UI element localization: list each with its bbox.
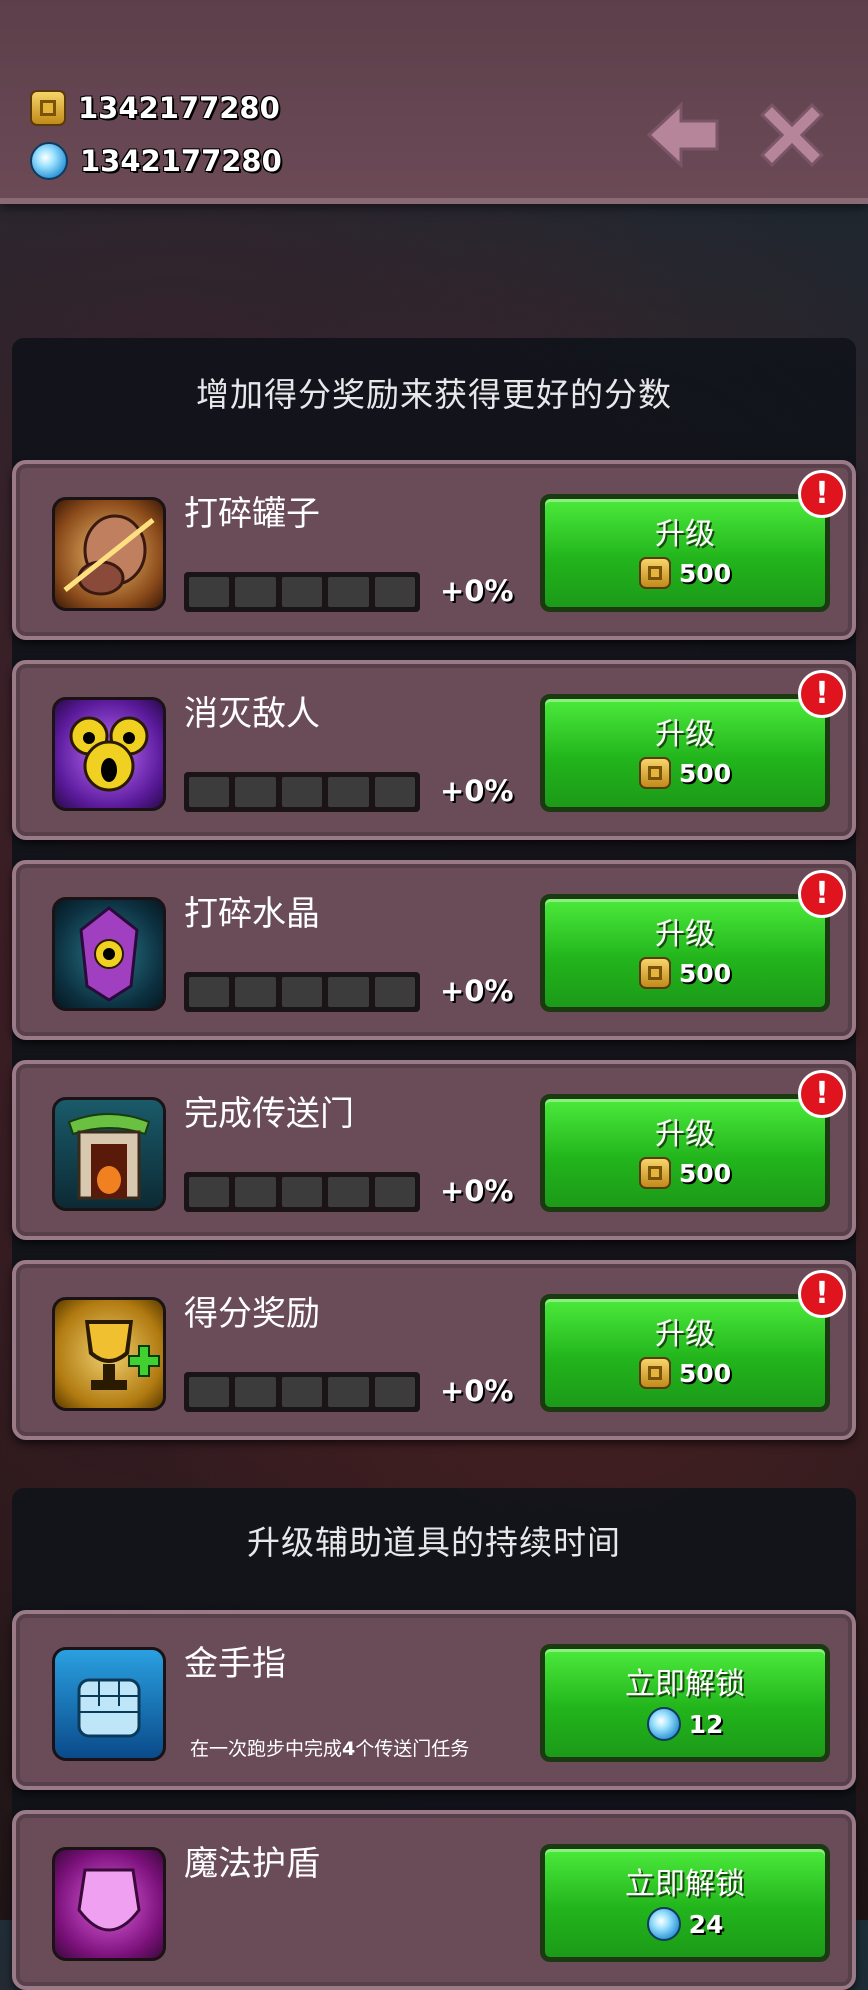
unlock-cost-value: 24: [688, 1909, 724, 1939]
upgrade-cost-value: 500: [678, 758, 732, 788]
back-button[interactable]: [643, 95, 723, 175]
upgrade-button[interactable]: 升级 500: [540, 894, 830, 1012]
portal-icon: [52, 1097, 166, 1211]
alert-badge: !: [798, 470, 846, 518]
coin-icon: [638, 957, 671, 989]
broken-jar-icon: [52, 497, 166, 611]
section-title-score: 增加得分奖励来获得更好的分数: [196, 375, 672, 414]
upgrade-button[interactable]: 升级 500: [540, 694, 830, 812]
upgrade-button[interactable]: 升级 500: [540, 1094, 830, 1212]
back-arrow-icon: [646, 101, 719, 169]
coin-icon: [638, 757, 671, 789]
fist-icon: [52, 1647, 166, 1761]
alert-badge: !: [798, 1070, 846, 1118]
upgrade-row-break-crystals: 打碎水晶 +0% 升级 500 !: [12, 860, 856, 1040]
upgrade-name: 得分奖励: [184, 1294, 320, 1334]
gem-amount: 1342177280: [80, 144, 282, 178]
upgrade-level-bar: [184, 972, 420, 1012]
trophy-plus-icon: [52, 1297, 166, 1411]
upgrade-name: 打碎罐子: [184, 494, 320, 534]
upgrade-name: 消灭敌人: [184, 694, 320, 734]
crystal-eye-icon: [52, 897, 166, 1011]
coin-icon: [638, 557, 671, 589]
upgrade-level-bar: [184, 1372, 420, 1412]
upgrade-percent: +0%: [440, 1174, 514, 1208]
gem-icon: [646, 1707, 681, 1741]
powerup-unlock-condition: 在一次跑步中完成4个传送门任务: [190, 1738, 470, 1760]
alert-badge: !: [798, 1270, 846, 1318]
coin-amount: 1342177280: [78, 91, 280, 125]
powerup-name: 金手指: [184, 1644, 286, 1684]
unlock-cost: 24: [545, 1907, 825, 1941]
upgrade-row-complete-portals: 完成传送门 +0% 升级 500 !: [12, 1060, 856, 1240]
upgrade-button[interactable]: 升级 500: [540, 494, 830, 612]
close-button[interactable]: [752, 95, 832, 175]
upgrade-cost-value: 500: [678, 1358, 732, 1388]
upgrade-cost: 500: [545, 557, 825, 589]
upgrade-percent: +0%: [440, 974, 514, 1008]
upgrade-button-label: 升级: [655, 917, 715, 952]
unlock-button-label: 立即解锁: [625, 1667, 745, 1702]
alert-badge: !: [798, 870, 846, 918]
magic-shield-icon: [52, 1847, 166, 1961]
upgrade-name: 完成传送门: [184, 1094, 354, 1134]
unlock-cost: 12: [545, 1707, 825, 1741]
gem-balance: 1342177280: [30, 142, 282, 180]
upgrade-row-score-bonus: 得分奖励 +0% 升级 500 !: [12, 1260, 856, 1440]
unlock-button-label: 立即解锁: [625, 1867, 745, 1902]
alert-badge: !: [798, 670, 846, 718]
upgrade-button-label: 升级: [655, 1117, 715, 1152]
upgrade-button-label: 升级: [655, 1317, 715, 1352]
upgrade-cost: 500: [545, 1357, 825, 1389]
upgrade-percent: +0%: [440, 1374, 514, 1408]
coin-icon: [638, 1157, 671, 1189]
upgrade-cost-value: 500: [678, 958, 732, 988]
section-title-powerups: 升级辅助道具的持续时间: [247, 1523, 621, 1562]
upgrade-level-bar: [184, 1172, 420, 1212]
powerup-row-magic-shield: 魔法护盾 立即解锁 24: [12, 1810, 856, 1990]
upgrade-percent: +0%: [440, 774, 514, 808]
upgrade-level-bar: [184, 572, 420, 612]
unlock-now-button[interactable]: 立即解锁 12: [540, 1644, 830, 1762]
upgrade-button-label: 升级: [655, 517, 715, 552]
upgrade-button-label: 升级: [655, 717, 715, 752]
upgrade-cost-value: 500: [678, 1158, 732, 1188]
powerup-name: 魔法护盾: [184, 1844, 320, 1884]
upgrade-cost-value: 500: [678, 558, 732, 588]
coin-balance: 1342177280: [30, 90, 280, 126]
gem-icon: [646, 1907, 681, 1941]
upgrade-cost: 500: [545, 757, 825, 789]
gem-icon: [30, 142, 68, 180]
upgrade-level-bar: [184, 772, 420, 812]
upgrade-percent: +0%: [440, 574, 514, 608]
coin-icon: [30, 90, 66, 126]
upgrade-cost: 500: [545, 957, 825, 989]
top-bar: 1342177280 1342177280: [0, 0, 868, 204]
powerup-row-golden-finger: 金手指 在一次跑步中完成4个传送门任务 立即解锁 12: [12, 1610, 856, 1790]
monster-eyes-icon: [52, 697, 166, 811]
upgrade-cost: 500: [545, 1157, 825, 1189]
unlock-now-button[interactable]: 立即解锁 24: [540, 1844, 830, 1962]
upgrade-button[interactable]: 升级 500: [540, 1294, 830, 1412]
upgrade-row-kill-enemies: 消灭敌人 +0% 升级 500 !: [12, 660, 856, 840]
coin-icon: [638, 1357, 671, 1389]
upgrade-row-break-jars: 打碎罐子 +0% 升级 500 !: [12, 460, 856, 640]
upgrade-name: 打碎水晶: [184, 894, 320, 934]
unlock-cost-value: 12: [688, 1709, 724, 1739]
close-icon: [759, 102, 825, 168]
